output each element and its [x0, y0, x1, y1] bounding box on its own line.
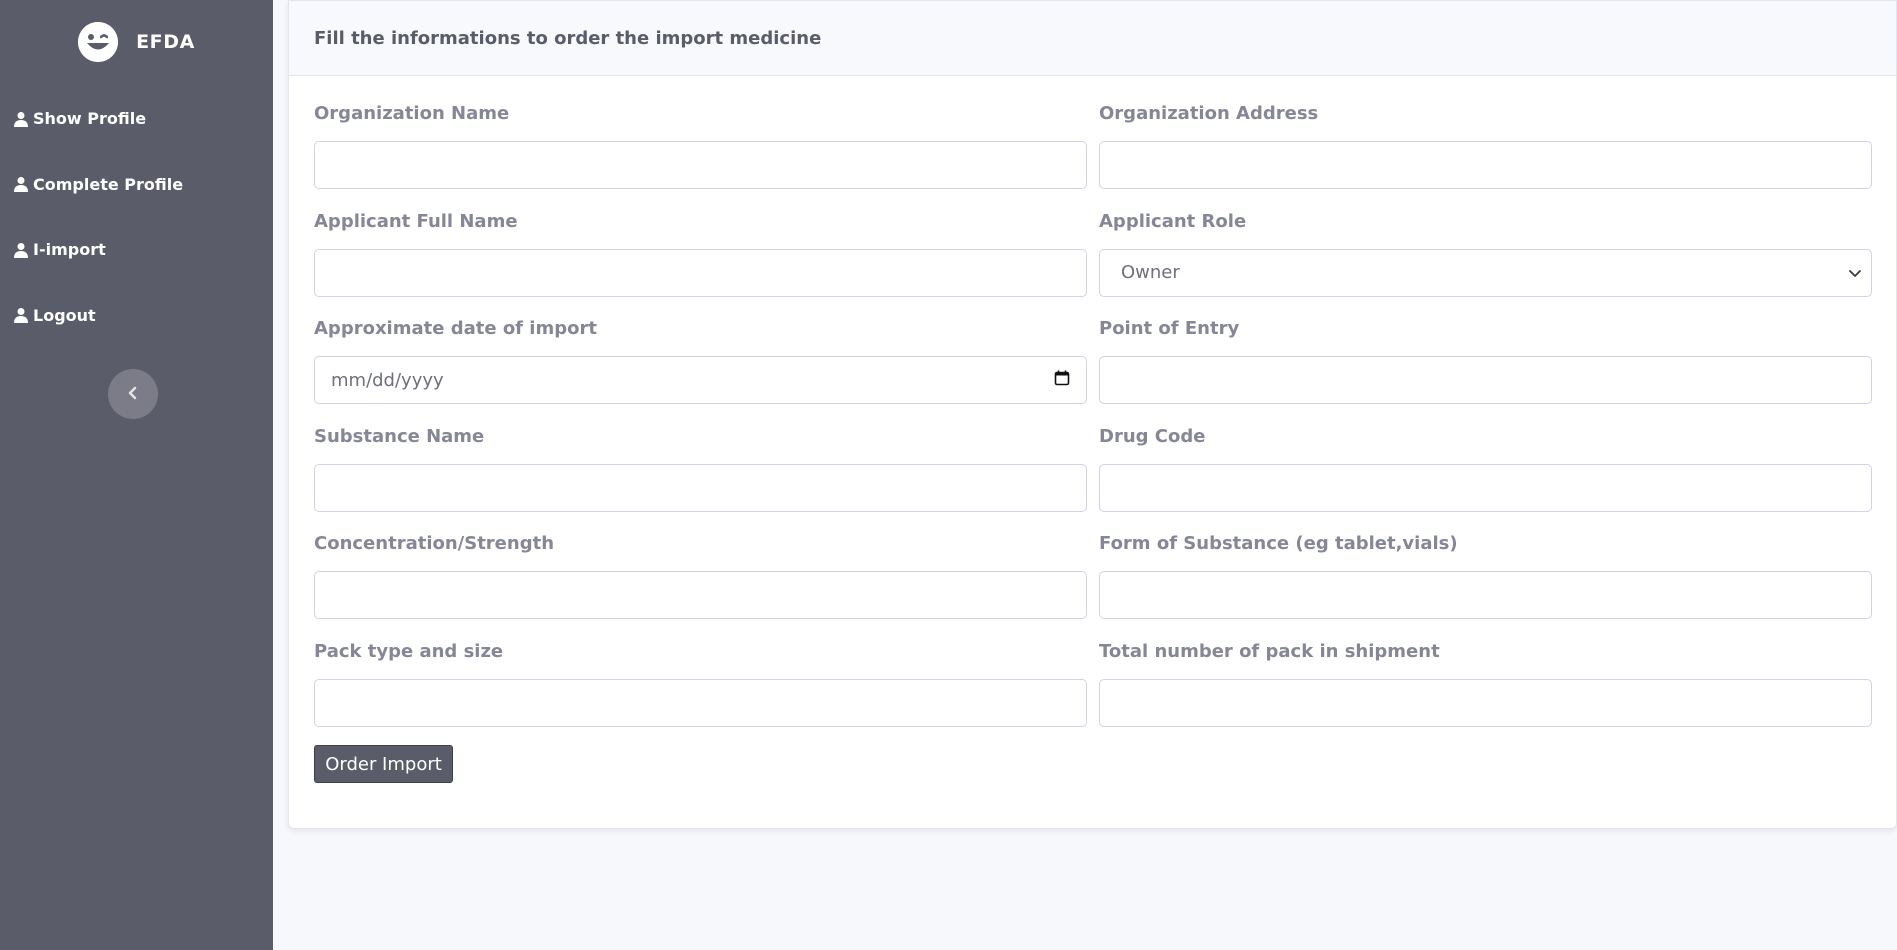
sidebar-nav: Show Profile Complete Profile I-import L…: [0, 86, 273, 348]
import-order-form: Organization Name Organization Address A…: [314, 76, 1872, 727]
import-date-placeholder: mm/dd/yyyy: [331, 369, 444, 391]
total-packs-input[interactable]: [1099, 678, 1872, 727]
drug-code-label: Drug Code: [1099, 425, 1206, 447]
pack-type-size-input[interactable]: [314, 678, 1087, 727]
form-of-substance-label: Form of Substance (eg tablet,vials): [1099, 533, 1458, 554]
concentration-label: Concentration/Strength: [314, 533, 555, 554]
sidebar-item-label: I-import: [33, 240, 106, 260]
user-icon: [13, 111, 29, 127]
form-of-substance-input[interactable]: [1099, 571, 1872, 619]
brand[interactable]: EFDA: [0, 0, 273, 84]
substance-name-input[interactable]: [314, 463, 1087, 512]
chevron-down-icon: [1849, 262, 1861, 283]
point-of-entry-label: Point of Entry: [1099, 318, 1240, 339]
sidebar: EFDA Show Profile Complete Profile I-imp…: [0, 0, 273, 950]
concentration-input[interactable]: [314, 571, 1087, 619]
organization-address-label: Organization Address: [1099, 103, 1319, 124]
sidebar-item-label: Complete Profile: [33, 174, 184, 194]
calendar-icon[interactable]: [1054, 370, 1070, 391]
chevron-left-icon: [127, 385, 139, 404]
organization-name-input[interactable]: [314, 141, 1087, 189]
point-of-entry-input[interactable]: [1099, 356, 1872, 404]
applicant-full-name-input[interactable]: [314, 248, 1087, 297]
applicant-role-value: Owner: [1121, 262, 1180, 283]
sidebar-item-i-import[interactable]: I-import: [0, 217, 273, 283]
drug-code-input[interactable]: [1099, 463, 1872, 512]
substance-name-label: Substance Name: [314, 425, 485, 447]
import-order-card: Fill the informations to order the impor…: [288, 0, 1897, 829]
brand-name: EFDA: [136, 31, 195, 53]
user-icon: [13, 307, 29, 324]
sidebar-toggle-button[interactable]: [108, 369, 158, 419]
applicant-role-select[interactable]: Owner: [1099, 248, 1872, 297]
laugh-wink-icon: [78, 22, 119, 62]
total-packs-label: Total number of pack in shipment: [1099, 640, 1440, 662]
organization-address-input[interactable]: [1099, 141, 1872, 189]
user-icon: [13, 176, 29, 193]
import-date-input[interactable]: mm/dd/yyyy: [314, 356, 1087, 404]
order-import-button[interactable]: Order Import: [314, 745, 453, 783]
applicant-role-label: Applicant Role: [1099, 210, 1247, 232]
sidebar-item-show-profile[interactable]: Show Profile: [0, 86, 273, 152]
sidebar-item-complete-profile[interactable]: Complete Profile: [0, 152, 273, 218]
import-date-label: Approximate date of import: [314, 318, 597, 339]
organization-name-label: Organization Name: [314, 103, 510, 124]
applicant-full-name-label: Applicant Full Name: [314, 210, 518, 232]
pack-type-size-label: Pack type and size: [314, 640, 504, 662]
sidebar-item-logout[interactable]: Logout: [0, 283, 273, 349]
sidebar-item-label: Logout: [33, 305, 96, 325]
user-icon: [13, 242, 29, 258]
card-header: Fill the informations to order the impor…: [289, 1, 1896, 76]
sidebar-item-label: Show Profile: [33, 109, 147, 129]
